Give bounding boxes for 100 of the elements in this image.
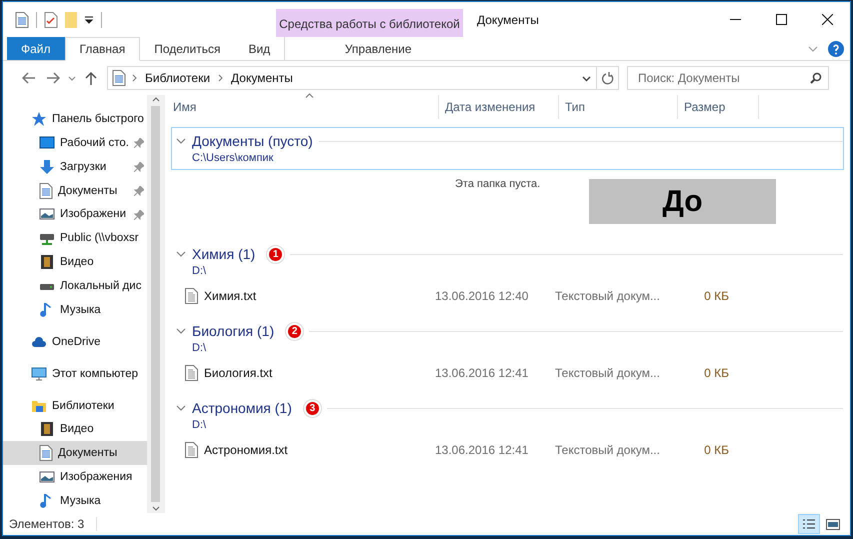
- sidebar-item[interactable]: Локальный дис: [3, 274, 147, 298]
- details-view-button[interactable]: [798, 514, 820, 534]
- sort-ascending-icon: [305, 93, 314, 98]
- collapse-chevron-icon[interactable]: [176, 405, 186, 411]
- table-cell-text: 0 КБ: [703, 443, 729, 457]
- pin-icon: [134, 138, 144, 148]
- scroll-down-icon[interactable]: [152, 506, 160, 511]
- pin-icon: [134, 186, 144, 196]
- film-icon: [39, 421, 55, 438]
- up-arrow-icon: [85, 71, 97, 85]
- breadcrumb[interactable]: Документы: [229, 71, 295, 85]
- sidebar-item[interactable]: Документы: [3, 441, 147, 466]
- sidebar-item[interactable]: Музыка: [3, 298, 147, 322]
- table-cell-text: 13.06.2016 12:41: [435, 366, 530, 380]
- context-group-label: Средства работы с библиотекой: [276, 9, 463, 37]
- refresh-icon: [602, 72, 614, 84]
- collapse-chevron-icon[interactable]: [176, 251, 186, 257]
- minimize-icon: [730, 19, 740, 20]
- sidebar-item[interactable]: Видео: [3, 250, 147, 274]
- column-header[interactable]: Дата изменения: [439, 95, 559, 119]
- group-path: D:\: [191, 342, 208, 356]
- film-icon: [39, 254, 55, 270]
- text-file-icon: [185, 288, 198, 304]
- sidebar-item[interactable]: OneDrive: [3, 330, 147, 354]
- file-name[interactable]: Астрономия.txt: [204, 443, 288, 457]
- file-name[interactable]: Биология.txt: [204, 366, 272, 380]
- group-title: Документы (пусто): [192, 133, 313, 149]
- properties-icon[interactable]: [15, 12, 29, 28]
- table-cell-text: 0 КБ: [703, 289, 729, 303]
- library-icon: [112, 70, 126, 86]
- star-icon: [31, 110, 47, 127]
- pin-icon: [134, 210, 144, 220]
- text-file-icon: [185, 442, 198, 458]
- down-arrow-icon: [39, 158, 55, 175]
- checked-document-icon[interactable]: [44, 12, 58, 28]
- window-title: Документы: [476, 12, 540, 28]
- sidebar-item[interactable]: Библиотеки: [3, 394, 147, 418]
- chevron-right-icon: [218, 74, 224, 82]
- sidebar-item[interactable]: Public (\\vboxsr: [3, 226, 147, 250]
- document-icon: [39, 182, 53, 199]
- column-header[interactable]: Размер: [678, 95, 759, 119]
- ribbon-tab[interactable]: Главная: [64, 37, 140, 61]
- group-path: C:\Users\компик: [191, 152, 274, 166]
- table-cell-text: 13.06.2016 12:40: [435, 289, 530, 303]
- breadcrumb[interactable]: Библиотеки: [143, 71, 212, 85]
- number-badge: 3: [304, 400, 321, 416]
- monitor-icon: [39, 134, 55, 151]
- empty-folder-text: Эта папка пуста.: [455, 178, 540, 192]
- sidebar-item[interactable]: Рабочий сто.: [3, 130, 147, 155]
- table-cell-text: Текстовый докум...: [555, 443, 661, 457]
- group-path: D:\: [191, 265, 208, 279]
- details-list-icon: [802, 518, 816, 530]
- chevron-down-icon[interactable]: [808, 46, 818, 52]
- file-name[interactable]: Химия.txt: [204, 289, 256, 303]
- chevron-down-icon: [582, 76, 590, 82]
- sidebar-item[interactable]: Изображени: [3, 202, 147, 226]
- pin-icon: [134, 162, 144, 172]
- group-title: Химия (1): [192, 246, 256, 262]
- forward-arrow-icon: [46, 72, 60, 84]
- file-menu-button[interactable]: Файл: [7, 37, 65, 60]
- sidebar-item[interactable]: Загрузки: [3, 154, 147, 179]
- table-cell-text: Текстовый докум...: [555, 289, 661, 303]
- chevron-right-icon: [132, 74, 137, 82]
- help-icon[interactable]: [828, 40, 844, 56]
- table-cell-text: Текстовый докум...: [555, 366, 661, 380]
- sidebar-item[interactable]: Музыка: [3, 489, 147, 513]
- search-box[interactable]: Поиск: Документы: [627, 66, 829, 90]
- chevron-down-icon: [68, 76, 76, 80]
- collapse-chevron-icon[interactable]: [176, 138, 186, 144]
- image-icon: [39, 469, 55, 486]
- scrollbar[interactable]: [147, 95, 164, 513]
- number-badge: 2: [286, 322, 304, 340]
- caption-label: До: [589, 179, 776, 224]
- group-title: Астрономия (1): [192, 400, 292, 416]
- collapse-chevron-icon[interactable]: [176, 328, 186, 334]
- column-header[interactable]: Имя: [167, 95, 439, 119]
- column-header[interactable]: Тип: [559, 95, 678, 119]
- computer-icon: [31, 366, 47, 382]
- sidebar-item[interactable]: Изображения: [3, 465, 147, 490]
- group-header-highlight[interactable]: Документы (пусто) C:\Users\компик: [171, 127, 844, 170]
- maximize-icon: [776, 14, 786, 25]
- group-path: D:\: [191, 419, 208, 433]
- document-icon: [39, 445, 53, 462]
- text-file-icon: [185, 365, 198, 381]
- table-cell-text: 13.06.2016 12:41: [435, 443, 530, 457]
- image-icon: [39, 206, 55, 222]
- close-icon: [822, 14, 832, 25]
- search-icon: [810, 72, 822, 84]
- address-bar[interactable]: Библиотеки Документы: [107, 66, 619, 90]
- back-arrow-icon: [22, 72, 36, 84]
- sidebar-item[interactable]: Панель быстрого: [3, 107, 147, 131]
- sidebar-item[interactable]: Документы: [3, 178, 147, 202]
- sidebar-item[interactable]: Этот компьютер: [3, 362, 147, 386]
- table-cell-text: 0 КБ: [703, 366, 729, 380]
- dropdown-icon[interactable]: [84, 16, 94, 24]
- sidebar-item[interactable]: Видео: [3, 418, 147, 442]
- group-title: Биология (1): [192, 323, 274, 339]
- scroll-up-icon[interactable]: [152, 97, 160, 102]
- image-icon: [826, 518, 840, 530]
- item-count: Элементов: 3: [9, 517, 84, 531]
